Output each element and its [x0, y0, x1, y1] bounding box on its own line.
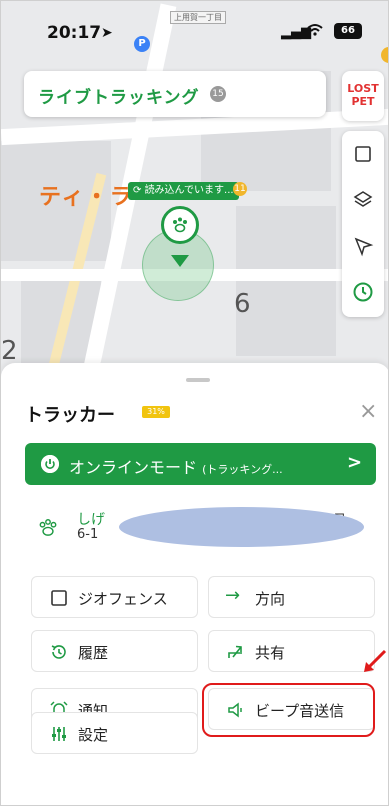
share-button[interactable]: 共有 [208, 630, 375, 672]
online-mode-title: オンラインモード [69, 458, 198, 477]
square-icon [51, 590, 67, 606]
sheet-drag-handle[interactable] [186, 378, 210, 382]
location-arrow-icon: ➤ [101, 25, 113, 41]
paw-icon [173, 217, 187, 233]
online-mode-label: オンラインモード (トラッキング... [69, 454, 283, 478]
map-block [236, 206, 336, 356]
notification-dot [381, 47, 388, 63]
square-button[interactable] [342, 131, 384, 177]
app-screen: ティ・ラ 6 2 20:17 ➤ P 上用賀一丁目 ▂▄▆ 66 ライブトラッキ… [0, 0, 389, 806]
wifi-icon [307, 23, 323, 41]
online-mode-button[interactable]: オンラインモード (トラッキング... > [25, 443, 376, 485]
history-icon [51, 645, 66, 659]
geofence-label: ジオフェンス [78, 590, 168, 608]
online-mode-sub: (トラッキング... [202, 463, 283, 476]
tracker-count-badge: 15 [210, 86, 226, 102]
lost-pet-label-line1: LOST [347, 82, 379, 95]
map-block-number: 2 [1, 336, 18, 366]
map-place-label: ティ・ラ [39, 185, 134, 210]
arrow-right-icon: → [225, 585, 241, 606]
sliders-icon [52, 727, 66, 741]
direction-label: 方向 [255, 590, 286, 608]
alert-badge: 11 [233, 182, 247, 196]
power-icon [41, 455, 59, 473]
pet-marker[interactable] [161, 206, 199, 244]
pet-marker-tip [171, 255, 189, 267]
street-tag: 上用賀一丁目 [170, 11, 226, 24]
pet-name: しげ [77, 512, 105, 528]
battery-indicator: 31% [142, 406, 170, 418]
geofence-button[interactable]: ジオフェンス [31, 576, 198, 618]
status-bar: 20:17 ➤ P 上用賀一丁目 ▂▄▆ 66 [1, 1, 388, 63]
layers-button[interactable] [342, 177, 384, 223]
share-label: 共有 [255, 644, 286, 662]
loading-text: 読み込んでいます... [144, 185, 234, 196]
share-icon [228, 645, 242, 658]
parking-icon: P [134, 36, 150, 52]
loading-label: ⟳ 読み込んでいます... [128, 182, 239, 200]
map-view[interactable]: ティ・ラ 6 2 20:17 ➤ P 上用賀一丁目 ▂▄▆ 66 ライブトラッキ… [1, 1, 388, 381]
map-controls [342, 131, 384, 317]
history-label: 履歴 [78, 644, 109, 662]
map-block-number: 6 [234, 289, 251, 319]
lost-pet-button[interactable]: LOST PET [342, 71, 384, 121]
lost-pet-label-line2: PET [351, 95, 375, 108]
history-button[interactable]: 履歴 [31, 630, 198, 672]
tracking-timer-button[interactable] [342, 269, 384, 315]
direction-button[interactable]: → 方向 [208, 576, 375, 618]
address-number: 6-1 [77, 527, 99, 542]
paw-icon [39, 519, 57, 536]
sheet-title: トラッカー [25, 405, 115, 426]
status-time: 20:17 [47, 23, 102, 43]
live-tracking-card[interactable]: ライブトラッキング 15 [24, 71, 326, 117]
redaction-overlay [119, 507, 364, 547]
pointer-arrow-icon [364, 649, 387, 672]
navigation-arrow-icon [354, 237, 374, 257]
battery-icon: 66 [334, 23, 362, 39]
settings-button[interactable]: 設定 [31, 712, 198, 754]
page-title: ライブトラッキング [38, 88, 200, 108]
close-icon[interactable]: × [359, 399, 377, 424]
highlight-outline [202, 683, 375, 737]
layers-icon [353, 191, 373, 207]
chevron-right-icon: > [347, 452, 363, 473]
settings-label: 設定 [78, 726, 109, 744]
square-icon [355, 146, 371, 162]
navigate-button[interactable] [342, 223, 384, 269]
clock-icon [353, 282, 373, 302]
